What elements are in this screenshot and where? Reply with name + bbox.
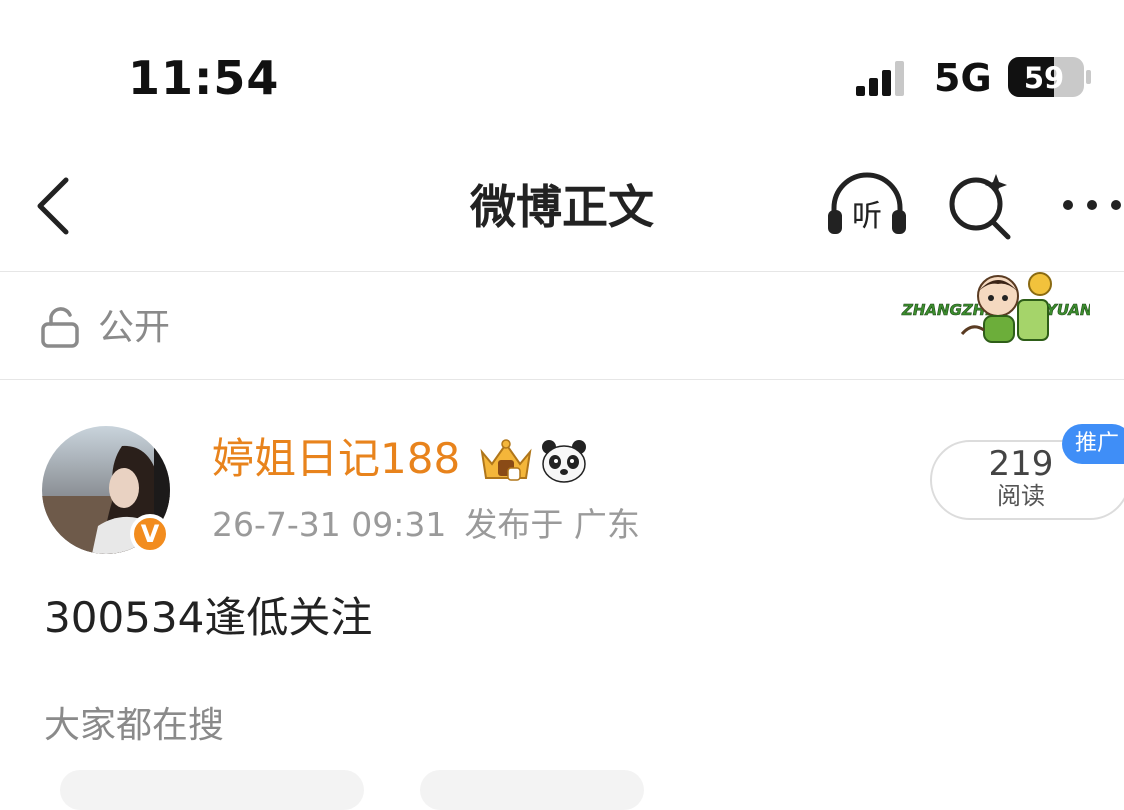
post-meta: 26-7-31 09:31 发布于 广东	[212, 503, 658, 547]
related-searches-title: 大家都在搜	[44, 705, 225, 746]
fan-sticker-image: ZHANGZHE YUAN	[901, 272, 1090, 343]
panda-icon	[542, 440, 586, 483]
related-search-chip[interactable]	[420, 770, 644, 810]
post-content: 300534逢低关注	[44, 593, 373, 642]
author-name[interactable]: 婷姐日记188	[212, 432, 460, 486]
post-location: 发布于 广东	[464, 505, 640, 544]
crown-badge-icon[interactable]	[478, 438, 534, 484]
cellular-signal-icon	[856, 61, 904, 96]
search-icon[interactable]	[946, 172, 1014, 240]
battery-icon: 59	[1008, 57, 1091, 97]
related-search-chip[interactable]	[60, 770, 364, 810]
svg-text:YUAN: YUAN	[1046, 301, 1090, 319]
status-time: 11:54	[128, 51, 280, 105]
post-date: 26-7-31 09:31	[212, 505, 447, 544]
promo-badge: 推广	[1062, 424, 1124, 464]
battery-level: 59	[1024, 61, 1064, 95]
listen-label: 听	[852, 199, 882, 234]
section-divider	[0, 379, 1124, 380]
listen-headphones-icon[interactable]: 听	[824, 172, 910, 238]
read-label: 阅读	[997, 482, 1045, 510]
more-options-icon[interactable]	[1060, 190, 1124, 220]
visibility-label: 公开	[98, 307, 171, 348]
verified-badge: V	[130, 514, 170, 554]
network-type: 5G	[934, 56, 992, 100]
unlocked-icon	[41, 307, 79, 348]
